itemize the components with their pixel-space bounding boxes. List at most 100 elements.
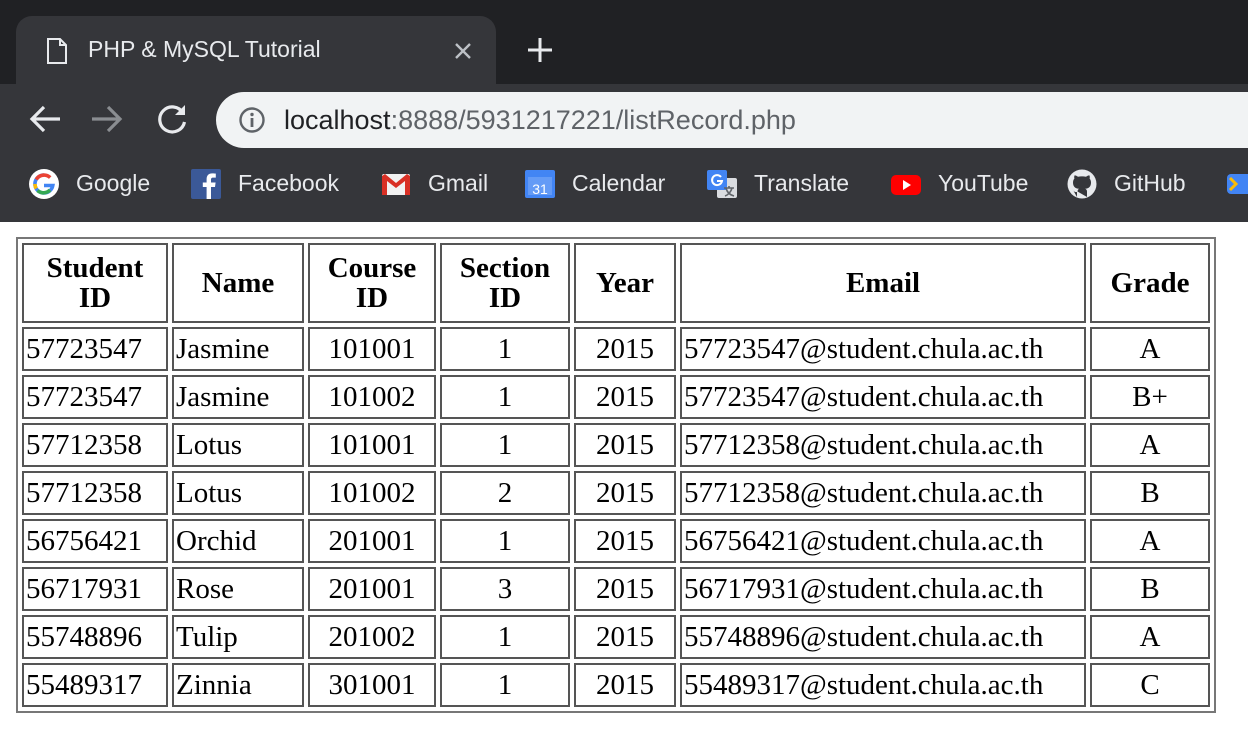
cell-email: 57723547@student.chula.ac.th <box>680 327 1086 371</box>
bookmarks-bar: Google Facebook Gmail 31 Calendar Transl… <box>0 160 1248 208</box>
google-icon <box>29 169 59 199</box>
cell-section-id: 1 <box>440 519 570 563</box>
cell-year: 2015 <box>574 423 676 467</box>
table-row: 57723547 Jasmine 101002 1 2015 57723547@stude… <box>22 375 1210 419</box>
col-header-course-id: Course ID <box>308 243 436 323</box>
cell-email: 56756421@student.chula.ac.th <box>680 519 1086 563</box>
cell-student-id: 56717931 <box>22 567 168 611</box>
cell-name: Rose <box>172 567 304 611</box>
cell-course-id: 101001 <box>308 327 436 371</box>
bookmark-label: Calendar <box>572 170 666 196</box>
cell-student-id: 57712358 <box>22 423 168 467</box>
url-host: localhost <box>284 105 391 135</box>
cell-student-id: 57723547 <box>22 375 168 419</box>
cell-course-id: 201001 <box>308 519 436 563</box>
cell-course-id: 301001 <box>308 663 436 707</box>
cell-name: Orchid <box>172 519 304 563</box>
bookmark-label: Facebook <box>238 170 340 196</box>
table-row: 55748896 Tulip 201002 1 2015 55748896@student… <box>22 615 1210 659</box>
cell-name: Lotus <box>172 423 304 467</box>
cell-grade: A <box>1090 519 1210 563</box>
cell-grade: A <box>1090 423 1210 467</box>
cell-year: 2015 <box>574 663 676 707</box>
bookmark-overflow-icon <box>1227 174 1248 194</box>
cell-grade: B <box>1090 471 1210 515</box>
close-icon[interactable] <box>452 40 474 62</box>
browser-chrome: PHP & MySQL Tutorial localhost:8888/5931… <box>0 0 1248 222</box>
bookmark-label: YouTube <box>938 170 1029 196</box>
col-header-year: Year <box>574 243 676 323</box>
cell-student-id: 56756421 <box>22 519 168 563</box>
new-tab-plus-icon[interactable] <box>524 34 556 66</box>
cell-email: 55489317@student.chula.ac.th <box>680 663 1086 707</box>
table-row: 57712358 Lotus 101001 1 2015 57712358@student… <box>22 423 1210 467</box>
cell-name: Tulip <box>172 615 304 659</box>
youtube-icon <box>891 175 921 195</box>
cell-course-id: 201002 <box>308 615 436 659</box>
github-icon <box>1067 169 1097 199</box>
col-header-name: Name <box>172 243 304 323</box>
table-row: 56717931 Rose 201001 3 2015 56717931@student.… <box>22 567 1210 611</box>
col-header-student-id: Student ID <box>22 243 168 323</box>
bookmark-label: Google <box>76 170 151 196</box>
calendar-icon: 31 <box>525 170 555 198</box>
cell-email: 55748896@student.chula.ac.th <box>680 615 1086 659</box>
forward-arrow-icon[interactable] <box>88 100 126 138</box>
tab-active[interactable]: PHP & MySQL Tutorial <box>16 16 496 84</box>
cell-grade: A <box>1090 615 1210 659</box>
table-body: 57723547 Jasmine 101001 1 2015 57723547@stude… <box>22 327 1210 707</box>
gmail-icon <box>382 174 410 195</box>
col-header-section-id: Section ID <box>440 243 570 323</box>
cell-grade: B+ <box>1090 375 1210 419</box>
cell-course-id: 101002 <box>308 375 436 419</box>
cell-email: 57712358@student.chula.ac.th <box>680 471 1086 515</box>
tab-title: PHP & MySQL Tutorial <box>88 36 321 62</box>
reload-icon[interactable] <box>152 100 192 140</box>
cell-section-id: 1 <box>440 663 570 707</box>
cell-student-id: 57712358 <box>22 471 168 515</box>
tab-strip: PHP & MySQL Tutorial <box>0 0 1248 84</box>
cell-name: Lotus <box>172 471 304 515</box>
cell-course-id: 101002 <box>308 471 436 515</box>
cell-email: 56717931@student.chula.ac.th <box>680 567 1086 611</box>
table-row: 57723547 Jasmine 101001 1 2015 57723547@stude… <box>22 327 1210 371</box>
cell-name: Jasmine <box>172 375 304 419</box>
cell-name: Jasmine <box>172 327 304 371</box>
facebook-icon <box>191 169 221 199</box>
cell-email: 57723547@student.chula.ac.th <box>680 375 1086 419</box>
cell-year: 2015 <box>574 615 676 659</box>
cell-section-id: 1 <box>440 327 570 371</box>
cell-year: 2015 <box>574 567 676 611</box>
records-table: Student ID Name Course ID Section ID Year E… <box>16 237 1216 713</box>
calendar-day: 31 <box>532 181 548 197</box>
url-text[interactable]: localhost:8888/5931217221/listRecord.php <box>284 105 796 136</box>
url-path: :8888/5931217221/listRecord.php <box>390 105 796 135</box>
table-row: 56756421 Orchid 201001 1 2015 56756421@studen… <box>22 519 1210 563</box>
bookmark-overflow[interactable] <box>1226 160 1248 208</box>
col-header-grade: Grade <box>1090 243 1210 323</box>
info-icon[interactable] <box>238 106 266 134</box>
cell-grade: A <box>1090 327 1210 371</box>
cell-email: 57712358@student.chula.ac.th <box>680 423 1086 467</box>
cell-student-id: 55748896 <box>22 615 168 659</box>
page-icon <box>47 38 67 64</box>
bookmark-label: GitHub <box>1114 170 1186 196</box>
cell-year: 2015 <box>574 327 676 371</box>
table-row: 57712358 Lotus 101002 2 2015 57712358@student… <box>22 471 1210 515</box>
cell-section-id: 2 <box>440 471 570 515</box>
cell-grade: B <box>1090 567 1210 611</box>
back-arrow-icon[interactable] <box>26 100 64 138</box>
cell-name: Zinnia <box>172 663 304 707</box>
cell-grade: C <box>1090 663 1210 707</box>
cell-student-id: 55489317 <box>22 663 168 707</box>
col-header-email: Email <box>680 243 1086 323</box>
cell-section-id: 3 <box>440 567 570 611</box>
cell-student-id: 57723547 <box>22 327 168 371</box>
cell-section-id: 1 <box>440 375 570 419</box>
address-bar[interactable]: localhost:8888/5931217221/listRecord.php <box>216 92 1248 148</box>
translate-icon <box>707 170 737 198</box>
bookmark-label: Gmail <box>428 170 489 196</box>
table-header-row: Student ID Name Course ID Section ID Year E… <box>22 243 1210 323</box>
cell-year: 2015 <box>574 375 676 419</box>
table-row: 55489317 Zinnia 301001 1 2015 55489317@studen… <box>22 663 1210 707</box>
